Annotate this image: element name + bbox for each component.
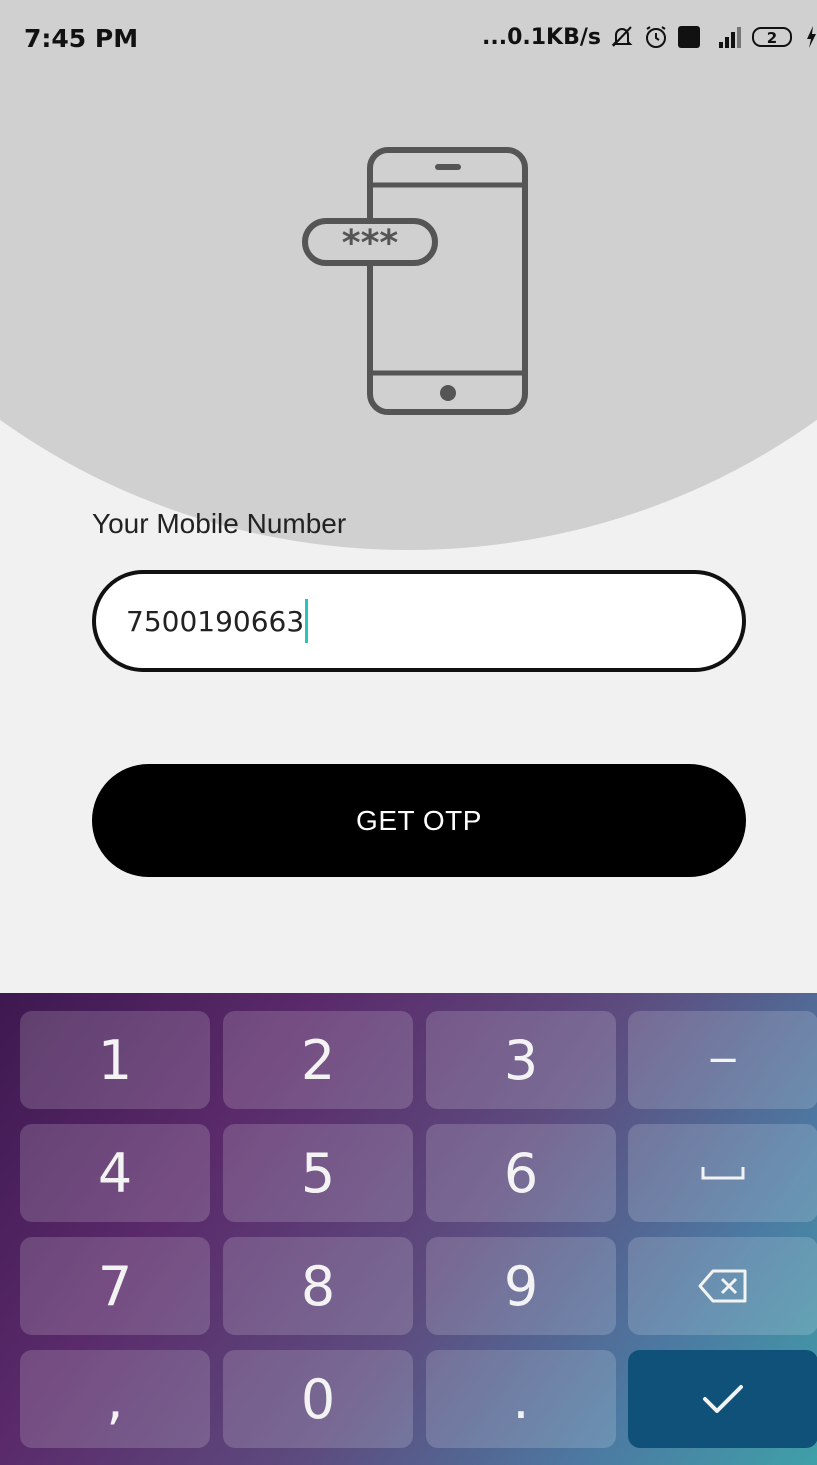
mobile-number-input[interactable]: 7500190663 bbox=[92, 570, 746, 672]
status-time: 7:45 PM bbox=[24, 24, 139, 53]
key-7[interactable]: 7 bbox=[20, 1237, 210, 1335]
key-minus[interactable]: − bbox=[628, 1011, 817, 1109]
phone-icon bbox=[367, 147, 528, 415]
key-6[interactable]: 6 bbox=[426, 1124, 616, 1222]
charging-icon bbox=[805, 24, 817, 50]
get-otp-button[interactable]: GET OTP bbox=[92, 764, 746, 877]
network-speed: ...0.1KB/s bbox=[482, 24, 601, 50]
key-1[interactable]: 1 bbox=[20, 1011, 210, 1109]
status-icons: ...0.1KB/s 2 bbox=[482, 24, 817, 50]
battery-icon: 2 bbox=[751, 24, 797, 50]
key-3[interactable]: 3 bbox=[426, 1011, 616, 1109]
key-9[interactable]: 9 bbox=[426, 1237, 616, 1335]
space-icon bbox=[701, 1167, 745, 1180]
mobile-number-value: 7500190663 bbox=[126, 604, 305, 638]
done-key[interactable] bbox=[628, 1350, 817, 1448]
muted-bell-icon bbox=[609, 24, 635, 50]
otp-login-screen: 7:45 PM ...0.1KB/s 2 *** Your Mobile Num… bbox=[0, 0, 817, 1465]
key-0[interactable]: 0 bbox=[223, 1350, 413, 1448]
key-comma[interactable]: , bbox=[20, 1350, 210, 1448]
key-2[interactable]: 2 bbox=[223, 1011, 413, 1109]
text-caret bbox=[305, 599, 309, 643]
backspace-key[interactable] bbox=[628, 1237, 817, 1335]
key-8[interactable]: 8 bbox=[223, 1237, 413, 1335]
key-5[interactable]: 5 bbox=[223, 1124, 413, 1222]
volte-icon bbox=[677, 25, 701, 49]
key-4[interactable]: 4 bbox=[20, 1124, 210, 1222]
numeric-keyboard: 1 2 3 − 4 5 6 7 8 9 , 0 . bbox=[0, 993, 817, 1465]
space-key[interactable] bbox=[628, 1124, 817, 1222]
password-field-icon: *** bbox=[302, 218, 438, 266]
svg-text:***: *** bbox=[342, 223, 399, 264]
mobile-number-label: Your Mobile Number bbox=[92, 508, 347, 539]
alarm-icon bbox=[643, 24, 669, 50]
key-period[interactable]: . bbox=[426, 1350, 616, 1448]
svg-text:2: 2 bbox=[767, 29, 777, 47]
signal-icon bbox=[709, 24, 743, 50]
checkmark-icon bbox=[703, 1385, 743, 1413]
phone-password-illustration: *** bbox=[300, 145, 540, 420]
backspace-icon bbox=[698, 1269, 747, 1303]
status-bar: 7:45 PM ...0.1KB/s 2 bbox=[0, 0, 817, 78]
